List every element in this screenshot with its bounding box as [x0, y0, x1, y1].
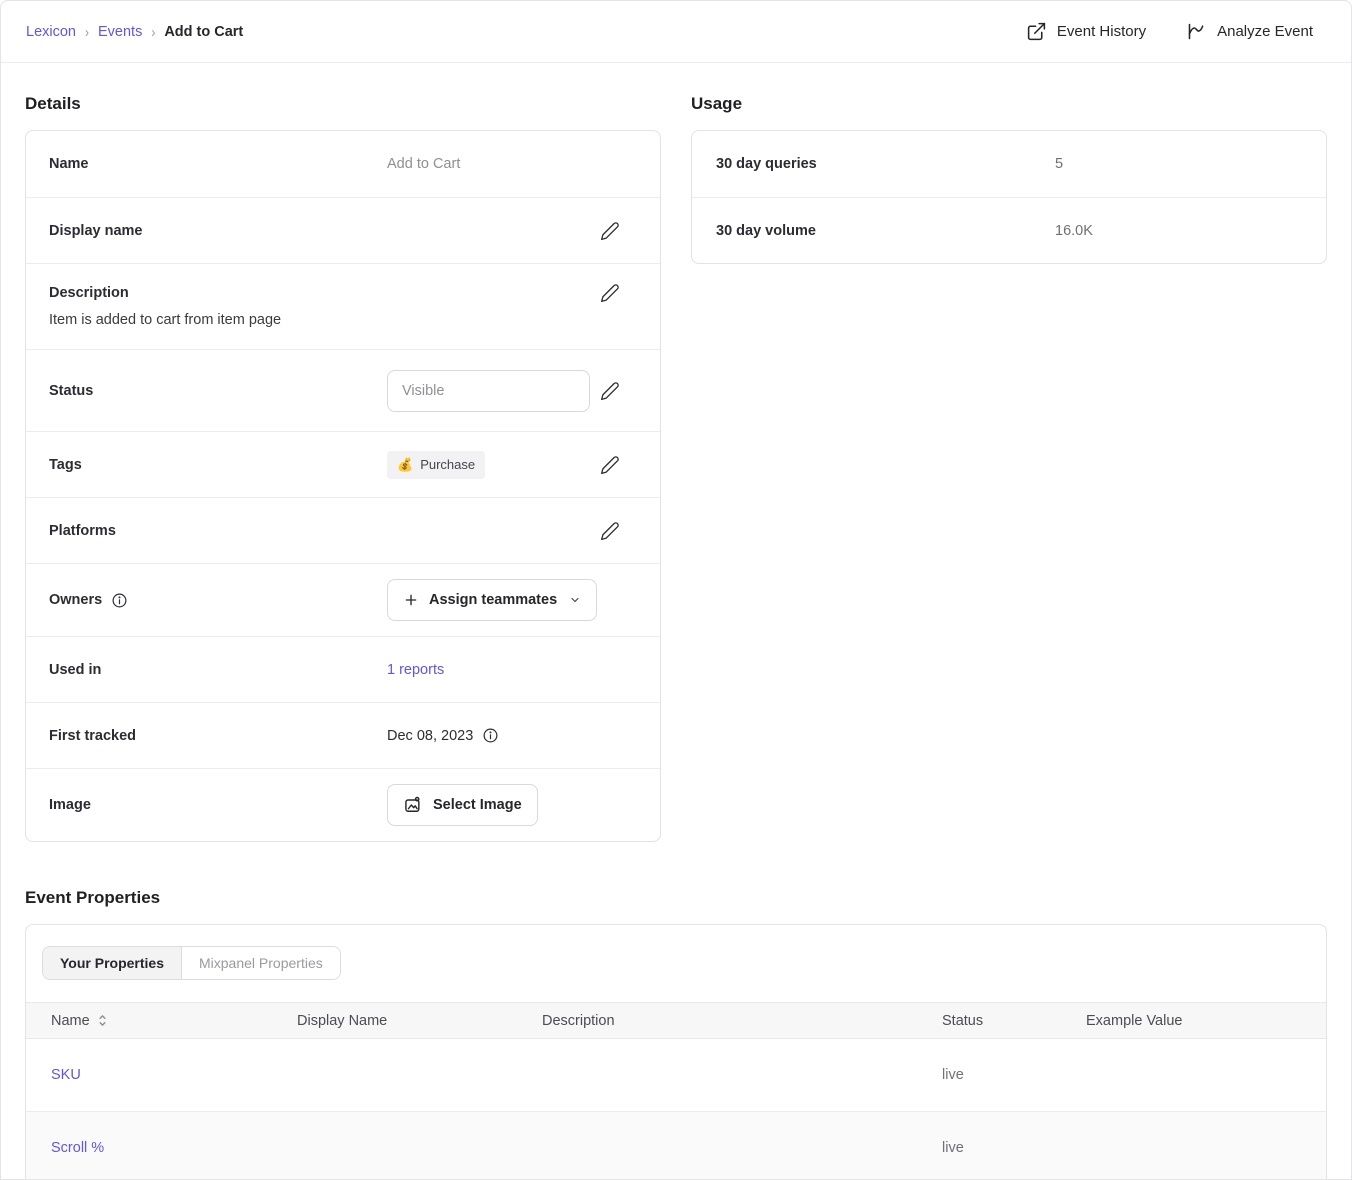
- properties-table-header: Name Display Name Description Status Exa…: [26, 1002, 1326, 1039]
- analyze-event-button[interactable]: Analyze Event: [1186, 21, 1313, 42]
- top-bar: Lexicon › Events › Add to Cart Event His…: [1, 1, 1351, 63]
- edit-platforms-button[interactable]: [600, 521, 620, 541]
- platforms-label: Platforms: [49, 523, 387, 539]
- edit-display-name-button[interactable]: [600, 221, 620, 241]
- description-text: Item is added to cart from item page: [49, 312, 620, 328]
- header-actions: Event History Analyze Event: [1026, 21, 1313, 42]
- detail-row-first-tracked: First tracked Dec 08, 2023: [26, 702, 660, 768]
- image-icon: [403, 795, 423, 815]
- assign-teammates-button[interactable]: Assign teammates: [387, 579, 597, 621]
- breadcrumb: Lexicon › Events › Add to Cart: [26, 24, 243, 40]
- details-title: Details: [25, 94, 661, 114]
- app-window: Lexicon › Events › Add to Cart Event His…: [0, 0, 1352, 1180]
- column-header-description: Description: [542, 1013, 942, 1029]
- detail-row-used-in: Used in 1 reports: [26, 636, 660, 702]
- breadcrumb-events[interactable]: Events: [98, 24, 142, 40]
- properties-tabs: Your Properties Mixpanel Properties: [26, 925, 1326, 1002]
- property-name-link[interactable]: Scroll %: [51, 1140, 297, 1156]
- event-history-label: Event History: [1057, 23, 1146, 40]
- usage-column: Usage 30 day queries 5 30 day volume 16.…: [691, 63, 1327, 842]
- money-bag-icon: 💰: [397, 457, 413, 473]
- event-properties-title: Event Properties: [25, 888, 1327, 908]
- detail-row-owners: Owners Assign teammates: [26, 563, 660, 636]
- tab-your-properties[interactable]: Your Properties: [43, 947, 182, 979]
- external-link-icon: [1026, 21, 1047, 42]
- detail-row-tags: Tags 💰 Purchase: [26, 431, 660, 497]
- property-status: live: [942, 1140, 1086, 1156]
- select-image-label: Select Image: [433, 797, 522, 813]
- property-row-sku[interactable]: SKU live: [26, 1039, 1326, 1112]
- column-header-example-value: Example Value: [1086, 1013, 1326, 1029]
- first-tracked-value: Dec 08, 2023: [387, 728, 473, 744]
- description-label: Description: [49, 285, 387, 301]
- event-properties-card: Your Properties Mixpanel Properties Name…: [25, 924, 1327, 1180]
- sort-icon[interactable]: [97, 1014, 108, 1027]
- chevron-right-icon: ›: [151, 23, 155, 41]
- details-column: Details Name Add to Cart Display name: [25, 63, 661, 842]
- info-icon[interactable]: [111, 592, 128, 609]
- edit-tags-button[interactable]: [600, 455, 620, 475]
- column-header-display-name: Display Name: [297, 1013, 542, 1029]
- name-label: Name: [49, 156, 387, 172]
- usage-title: Usage: [691, 94, 1327, 114]
- usage-row-queries: 30 day queries 5: [692, 131, 1326, 197]
- tags-label: Tags: [49, 457, 387, 473]
- first-tracked-label: First tracked: [49, 728, 387, 744]
- pencil-icon: [600, 455, 620, 475]
- status-input[interactable]: [387, 370, 590, 412]
- detail-row-description: Description Item is added to cart from i…: [26, 263, 660, 349]
- used-in-reports-link[interactable]: 1 reports: [387, 662, 444, 678]
- line-chart-icon: [1186, 21, 1207, 42]
- pencil-icon: [600, 283, 620, 303]
- queries-label: 30 day queries: [716, 156, 1055, 172]
- usage-card: 30 day queries 5 30 day volume 16.0K: [691, 130, 1327, 264]
- detail-row-image: Image Select Image: [26, 768, 660, 841]
- column-header-status: Status: [942, 1013, 1086, 1029]
- event-history-button[interactable]: Event History: [1026, 21, 1146, 42]
- pencil-icon: [600, 521, 620, 541]
- event-properties-section: Event Properties Your Properties Mixpane…: [25, 888, 1327, 1180]
- chevron-down-icon: [569, 594, 581, 606]
- property-row-scroll[interactable]: Scroll % live: [26, 1112, 1326, 1180]
- pencil-icon: [600, 221, 620, 241]
- property-name-link[interactable]: SKU: [51, 1067, 297, 1083]
- breadcrumb-current-event: Add to Cart: [164, 24, 243, 40]
- owners-label: Owners: [49, 592, 102, 608]
- volume-label: 30 day volume: [716, 223, 1055, 239]
- detail-row-display-name: Display name: [26, 197, 660, 263]
- tag-label: Purchase: [420, 457, 475, 472]
- main-content: Details Name Add to Cart Display name: [1, 63, 1351, 1180]
- chevron-right-icon: ›: [85, 23, 89, 41]
- edit-description-button[interactable]: [600, 283, 620, 303]
- image-label: Image: [49, 797, 387, 813]
- details-card: Name Add to Cart Display name: [25, 130, 661, 842]
- tab-mixpanel-properties[interactable]: Mixpanel Properties: [182, 947, 340, 979]
- used-in-label: Used in: [49, 662, 387, 678]
- tag-chip-purchase[interactable]: 💰 Purchase: [387, 451, 485, 479]
- display-name-label: Display name: [49, 223, 387, 239]
- detail-row-name: Name Add to Cart: [26, 131, 660, 197]
- status-label: Status: [49, 383, 387, 399]
- name-value: Add to Cart: [387, 156, 460, 172]
- column-header-name[interactable]: Name: [51, 1013, 90, 1029]
- info-icon[interactable]: [482, 727, 499, 744]
- queries-value: 5: [1055, 156, 1063, 172]
- analyze-event-label: Analyze Event: [1217, 23, 1313, 40]
- volume-value: 16.0K: [1055, 223, 1093, 239]
- select-image-button[interactable]: Select Image: [387, 784, 538, 826]
- detail-row-status: Status: [26, 349, 660, 431]
- detail-row-platforms: Platforms: [26, 497, 660, 563]
- assign-teammates-label: Assign teammates: [429, 592, 557, 608]
- breadcrumb-lexicon[interactable]: Lexicon: [26, 24, 76, 40]
- usage-row-volume: 30 day volume 16.0K: [692, 197, 1326, 263]
- edit-status-button[interactable]: [600, 381, 620, 401]
- property-status: live: [942, 1067, 1086, 1083]
- plus-icon: [403, 592, 419, 608]
- pencil-icon: [600, 381, 620, 401]
